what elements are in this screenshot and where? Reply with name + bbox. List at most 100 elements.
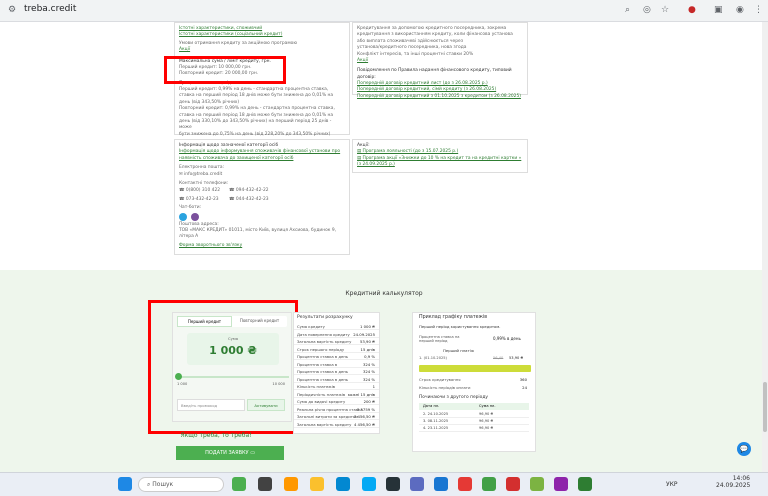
link-promo-2[interactable]: Акції [357, 58, 523, 64]
result-row: Реальна річна процентна ставка 3 5759 % [294, 406, 379, 413]
dropbox-icon[interactable] [434, 477, 448, 491]
rules-title: Повідомлення по Правила надання фінансов… [357, 68, 512, 80]
link-protected-category-2[interactable]: наявність споживача до захищеної категор… [179, 156, 345, 162]
result-row: Строк першого періоду 15 днів [294, 346, 379, 353]
site-info-icon[interactable]: ⚙ [8, 5, 16, 15]
schedule-row: 3. 08.11.2025 96,90 ₴ [419, 418, 529, 425]
result-row: Процентна ставка в 324 % [294, 361, 379, 368]
telegram-icon[interactable] [179, 212, 187, 221]
schedule-subtitle: Перший період користування кредитом. [419, 324, 501, 329]
rate-line: ставка на перший період 18 днів може бут… [179, 93, 334, 99]
long-title: Починаючи з другого періоду [419, 395, 488, 400]
result-row: Загальна вартість кредиту 53,90 ₴ [294, 338, 379, 345]
address-value: ТОВ «МАКС КРЕДИТ» 01011, місто Київ, вул… [179, 228, 337, 240]
rate-line: бути знижена до 0,75% на день (від 228,2… [179, 131, 331, 137]
email-value[interactable]: ✉ info@treba.credit [179, 172, 345, 178]
slogan: Якщо треба, то треба! [180, 432, 252, 439]
link-characteristics-social[interactable]: Істотні характеристики (соціальний креди… [179, 32, 345, 38]
search-icon[interactable]: ⌕ [625, 5, 630, 15]
app2-icon[interactable] [482, 477, 496, 491]
opera-icon[interactable] [506, 477, 520, 491]
schedule-rate-value: 0,99% в день [493, 336, 521, 341]
language-indicator[interactable]: УКР [666, 481, 678, 488]
menu-icon[interactable]: ⋮ [754, 5, 763, 15]
apply-button[interactable]: ПОДАТИ ЗАЯВКУ ▭ [176, 446, 284, 460]
scrollbar[interactable] [762, 22, 768, 472]
star-icon[interactable]: ☆ [661, 5, 669, 15]
schedule-rate-label: Процентна ставка на перший період [419, 335, 460, 343]
result-row: Кількість платежів 1 [294, 383, 379, 390]
page-content: Істотні характеристики, споживчий Істотн… [0, 22, 768, 472]
promo-link-2[interactable]: ▤ Програма акції «Знижки до 10 % на кред… [357, 156, 523, 169]
clock[interactable]: 14:06 24.09.2025 [716, 475, 750, 489]
extension-icon[interactable]: ● [688, 5, 696, 15]
term-value: 360 [519, 377, 527, 382]
result-row: Періодичність платежів кожні 15 днів [294, 391, 379, 398]
calculator-section [0, 270, 768, 472]
widget-icon[interactable] [232, 477, 246, 491]
phone-2[interactable]: ☎ 094-432-42-22 [229, 188, 269, 194]
rate-line: Повторний кредит: 0,99% на день - станда… [179, 106, 335, 112]
phone-4[interactable]: ☎ 044-432-42-23 [229, 197, 269, 203]
app-icon[interactable] [386, 477, 400, 491]
explorer-icon[interactable] [310, 477, 324, 491]
text-line: кредитування з використанням кредиту, ко… [357, 32, 513, 38]
first-payment-old: 56,40 [493, 356, 504, 360]
first-payment-new: 53,90 ₴ [509, 356, 524, 360]
count-label: Кількість періодів оплати [419, 385, 471, 390]
phone-1[interactable]: ☎ 0(800) 310 422 [179, 188, 220, 194]
result-row: Загальна вартість кредиту 4 456,50 ₴ [294, 421, 379, 428]
result-row: Дата повернення кредиту 24.09.2025 [294, 331, 379, 338]
taskbar-search[interactable]: ⌕ Пошук [138, 477, 224, 492]
edge-icon[interactable] [336, 477, 350, 491]
phone-3[interactable]: ☎ 073-432-42-23 [179, 197, 219, 203]
rate-line: день (від 330,10% до 343,50% річних) на … [179, 118, 332, 131]
eye-off-icon[interactable]: ◎ [643, 5, 651, 15]
teams-icon[interactable] [410, 477, 424, 491]
first-payment-label: Перший платіж [443, 348, 475, 353]
link-protected-category[interactable]: Інформація щодо інформування споживачів … [179, 149, 345, 155]
result-row: Сума кредиту 1 000 ₴ [294, 323, 379, 330]
contact-card: Інформація щодо зазначеної категорії осі… [174, 139, 350, 255]
taskbar: ⌕ Пошук УКР 14:06 24.09.2025 [0, 472, 768, 496]
app3-icon[interactable] [530, 477, 544, 491]
schedule-panel: Приклад графіку платежів Перший період к… [412, 312, 536, 452]
chat-icon[interactable]: 💬 [737, 442, 751, 456]
schedule-row: 4. 23.11.2025 96,90 ₴ [419, 425, 529, 432]
excel-icon[interactable] [578, 477, 592, 491]
term-label: Строк кредитування [419, 377, 461, 382]
schedule-title: Приклад графіку платежів [419, 315, 488, 320]
feedback-form-link[interactable]: Форма зворотнього зв'язку [179, 243, 345, 249]
discount-bar [419, 365, 531, 372]
browser-toolbar: ⚙ treba.credit ⌕ ◎ ☆ ● ▣ ◉ ⋮ [0, 0, 768, 22]
first-payment-date: 1. (01.10.2025) [419, 356, 447, 360]
store-icon[interactable] [362, 477, 376, 491]
intermediary-card: Кредитування за допомогою кредитного пос… [352, 22, 528, 99]
result-row: Процентна ставка в день 0,9 % [294, 353, 379, 360]
copilot-icon[interactable] [284, 477, 298, 491]
result-row: Процентна ставка в день 324 % [294, 368, 379, 375]
taskview-icon[interactable] [258, 477, 272, 491]
rate-line: ставка на перший період 18 днів може бут… [179, 112, 334, 118]
count-value: 24 [522, 385, 527, 390]
puzzle-icon[interactable]: ▣ [714, 5, 723, 15]
result-row: Сума до видачі кредиту 200 ₴ [294, 398, 379, 405]
highlight-calculator [148, 300, 298, 434]
start-icon[interactable] [118, 477, 132, 491]
result-row: Загальні витрати за кредитом 3 456,50 ₴ [294, 413, 379, 420]
viber-taskbar-icon[interactable] [554, 477, 568, 491]
link-contract-3[interactable]: Попередній договір кредитний з 01.10.202… [357, 94, 523, 100]
results-title: Результати розрахунку [297, 315, 353, 320]
avatar[interactable]: ◉ [736, 5, 744, 15]
calculator-title: Кредитний калькулятор [345, 290, 423, 297]
schedule-row: 2. 24.10.2025 96,90 ₴ [419, 411, 529, 418]
viber-icon[interactable] [191, 212, 199, 221]
highlight-max-sum [164, 56, 286, 84]
address-bar[interactable]: treba.credit [24, 4, 76, 14]
chrome-icon[interactable] [458, 477, 472, 491]
schedule-table-header: Дата пл. Сума пл. [419, 403, 529, 410]
results-panel: Результати розрахунку Сума кредиту 1 000 … [293, 312, 380, 434]
result-row: Процентна ставка в день 324 % [294, 376, 379, 383]
link-promo[interactable]: Акції [179, 47, 345, 53]
promo-card: Акції: ▤ Програма лояльності (до з 15.07… [352, 139, 528, 173]
